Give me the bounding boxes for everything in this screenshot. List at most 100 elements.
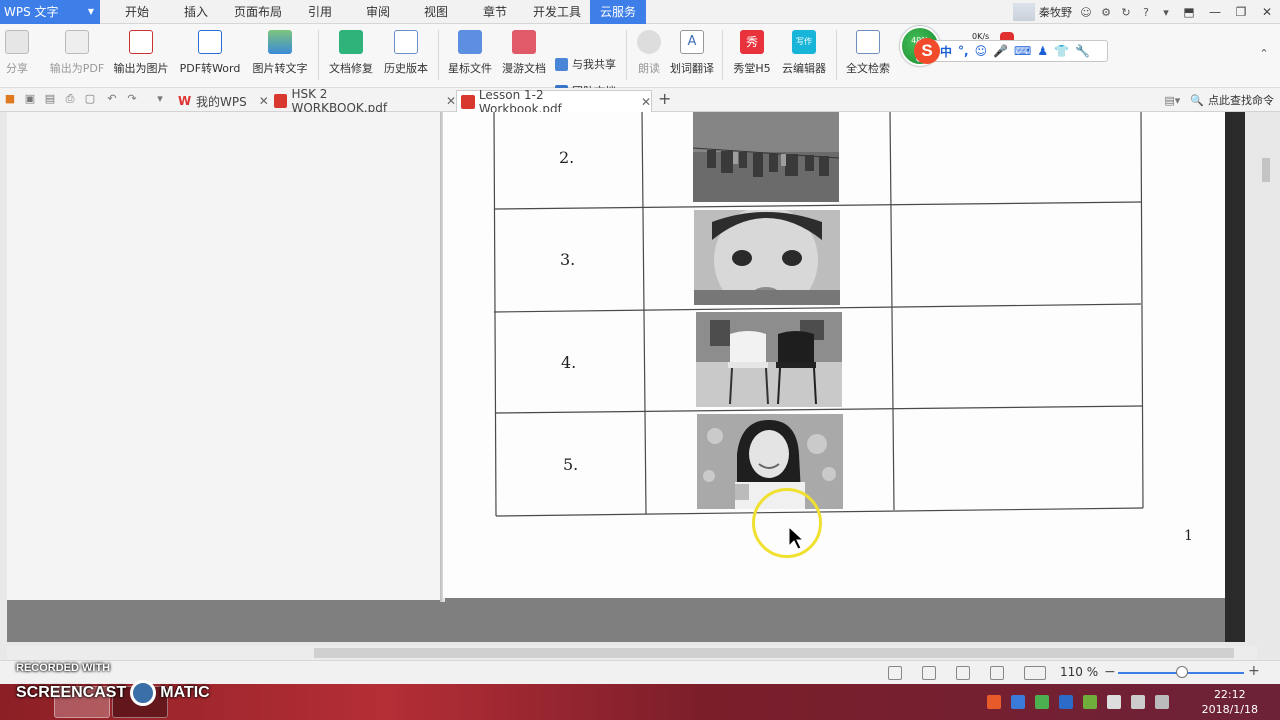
menu-insert[interactable]: 插入: [184, 0, 208, 24]
menu-review[interactable]: 审阅: [366, 0, 390, 24]
feedback-icon[interactable]: ↻: [1119, 5, 1133, 19]
menu-view[interactable]: 视图: [424, 0, 448, 24]
wrench-icon[interactable]: 🔧: [1075, 44, 1090, 58]
print-icon[interactable]: ⎙: [64, 93, 76, 105]
volume-icon[interactable]: [1131, 695, 1145, 709]
menu-page-layout[interactable]: 页面布局: [234, 0, 282, 24]
menu-start[interactable]: 开始: [125, 0, 149, 24]
roam-doc-button[interactable]: 漫游文档: [500, 30, 548, 76]
collapse-ribbon-icon[interactable]: ⌃: [1257, 46, 1271, 60]
ime-toolbar[interactable]: 49% 中 °, ☺ 🎤 ⌨ ♟ 👕 🔧 S 0K/s: [900, 26, 1110, 66]
nvidia-tray-icon[interactable]: [1083, 695, 1097, 709]
close-icon[interactable]: ✕: [446, 94, 456, 108]
open-folder-icon[interactable]: ■: [4, 93, 16, 105]
network-tray-icon[interactable]: [1011, 695, 1025, 709]
speed-tray-icon[interactable]: [1107, 695, 1121, 709]
wps-logo-icon: W: [178, 94, 192, 108]
row-number: 5.: [563, 455, 579, 474]
vertical-scrollbar[interactable]: [1260, 112, 1272, 642]
save-icon[interactable]: ▣: [24, 93, 36, 105]
horizontal-scrollbar[interactable]: [7, 646, 1257, 660]
minimize-icon[interactable]: —: [1202, 0, 1228, 24]
single-page-icon[interactable]: [922, 666, 936, 680]
export-pdf-button[interactable]: 输出为PDF: [48, 30, 106, 76]
export-pdf-label: 输出为PDF: [49, 62, 105, 75]
history-button[interactable]: 历史版本: [382, 30, 430, 76]
zoom-out-icon[interactable]: −: [1104, 664, 1116, 680]
photo-laundry-line: [693, 112, 839, 202]
settings-icon[interactable]: ⚙: [1099, 5, 1113, 19]
zoom-level[interactable]: 110 %: [1060, 665, 1098, 679]
help-icon[interactable]: ?: [1139, 5, 1153, 19]
sogou-tray-icon[interactable]: [987, 695, 1001, 709]
tab-list-icon[interactable]: ▤▾: [1164, 94, 1180, 107]
image-to-text-button[interactable]: 图片转文字: [250, 30, 310, 76]
cloud-editor-button[interactable]: 写作 云编辑器: [780, 30, 828, 76]
clock-date: 2018/1/18: [1201, 703, 1258, 716]
flag-tray-icon[interactable]: [1155, 695, 1169, 709]
share-with-me-label: 与我共享: [572, 58, 616, 71]
tab-lesson-1-2-workbook[interactable]: Lesson 1-2 Workbook.pdf ✕: [456, 88, 652, 116]
user-area: 秦牧野 ☺ ⚙ ↻ ? ▾ ⬒ — ❐ ✕: [1013, 0, 1280, 24]
menu-cloud-service[interactable]: 云服务: [590, 0, 647, 24]
close-icon[interactable]: ✕: [641, 95, 651, 109]
customize-toolbar-icon[interactable]: ▾: [154, 93, 166, 105]
fulltext-search-button[interactable]: 全文检索: [842, 30, 894, 76]
tab-my-wps[interactable]: W 我的WPS ✕: [174, 90, 270, 112]
menu-references[interactable]: 引用: [308, 0, 332, 24]
app-menu-button[interactable]: WPS 文字 ▼: [0, 0, 100, 24]
chevron-down-icon[interactable]: ▾: [1159, 5, 1173, 19]
doc-repair-button[interactable]: 文档修复: [326, 30, 376, 76]
menu-chapter[interactable]: 章节: [483, 0, 507, 24]
keyboard-icon[interactable]: ⌨: [1014, 44, 1031, 58]
restore-window-icon[interactable]: ⬒: [1176, 0, 1202, 24]
system-clock[interactable]: 22:12 2018/1/18: [1202, 687, 1258, 717]
zoom-in-icon[interactable]: +: [1248, 663, 1260, 679]
double-page-icon[interactable]: [990, 666, 1004, 680]
share-button[interactable]: 分享: [2, 30, 32, 76]
export-image-button[interactable]: 输出为图片: [112, 30, 170, 76]
watermark-word-a: SCREENCAST: [16, 684, 127, 701]
export-icon[interactable]: ▤: [44, 93, 56, 105]
display-tray-icon[interactable]: [1059, 695, 1073, 709]
print-preview-icon[interactable]: ▢: [84, 93, 96, 105]
user-name[interactable]: 秦牧野: [1039, 4, 1072, 20]
security-tray-icon[interactable]: [1035, 695, 1049, 709]
view-mode-dropdown-icon[interactable]: [1024, 666, 1046, 680]
star-file-button[interactable]: 星标文件: [446, 30, 494, 76]
close-icon[interactable]: ✕: [1254, 0, 1280, 24]
close-icon[interactable]: ✕: [259, 94, 269, 108]
xiutang-h5-button[interactable]: 秀 秀堂H5: [730, 30, 774, 76]
translate-button[interactable]: A 划词翻译: [668, 30, 716, 76]
share-with-me-button[interactable]: 与我共享: [555, 56, 616, 72]
watermark-word-b: MATIC: [160, 684, 210, 701]
read-aloud-button[interactable]: 朗读: [634, 30, 664, 76]
user-icon[interactable]: ♟: [1037, 44, 1048, 58]
search-icon: 🔍: [1190, 93, 1204, 107]
fit-page-icon[interactable]: [888, 666, 902, 680]
watermark-line1: RECORDED WITH: [16, 662, 111, 674]
document-canvas[interactable]: 2. 3. 4. 5. 1: [7, 112, 1245, 642]
new-tab-icon[interactable]: +: [658, 91, 671, 107]
command-search[interactable]: ▤▾ 🔍 点此查找命令: [1164, 92, 1274, 108]
punctuation-icon[interactable]: °,: [958, 44, 969, 58]
horizontal-scroll-thumb[interactable]: [314, 648, 1234, 658]
tab-hsk2-workbook[interactable]: HSK 2 WORKBOOK.pdf ✕: [270, 87, 456, 115]
skin-icon[interactable]: ☺: [1079, 5, 1093, 19]
continuous-page-icon[interactable]: [956, 666, 970, 680]
pdf-to-word-button[interactable]: PDF转Word: [178, 30, 242, 76]
avatar[interactable]: [1013, 3, 1035, 21]
command-search-placeholder: 点此查找命令: [1208, 94, 1274, 107]
ime-mode[interactable]: 中: [940, 43, 952, 60]
tab-label: HSK 2 WORKBOOK.pdf: [291, 87, 388, 115]
vertical-scroll-thumb[interactable]: [1262, 158, 1270, 182]
skin-shirt-icon[interactable]: 👕: [1054, 44, 1069, 58]
app-title: WPS 文字: [4, 5, 59, 19]
menu-developer[interactable]: 开发工具: [533, 0, 581, 24]
zoom-slider-handle[interactable]: [1176, 666, 1188, 678]
maximize-icon[interactable]: ❐: [1228, 0, 1254, 24]
undo-icon[interactable]: ↶: [106, 93, 118, 105]
redo-icon[interactable]: ↷: [126, 93, 138, 105]
emoji-icon[interactable]: ☺: [975, 44, 988, 58]
voice-icon[interactable]: 🎤: [993, 44, 1008, 58]
